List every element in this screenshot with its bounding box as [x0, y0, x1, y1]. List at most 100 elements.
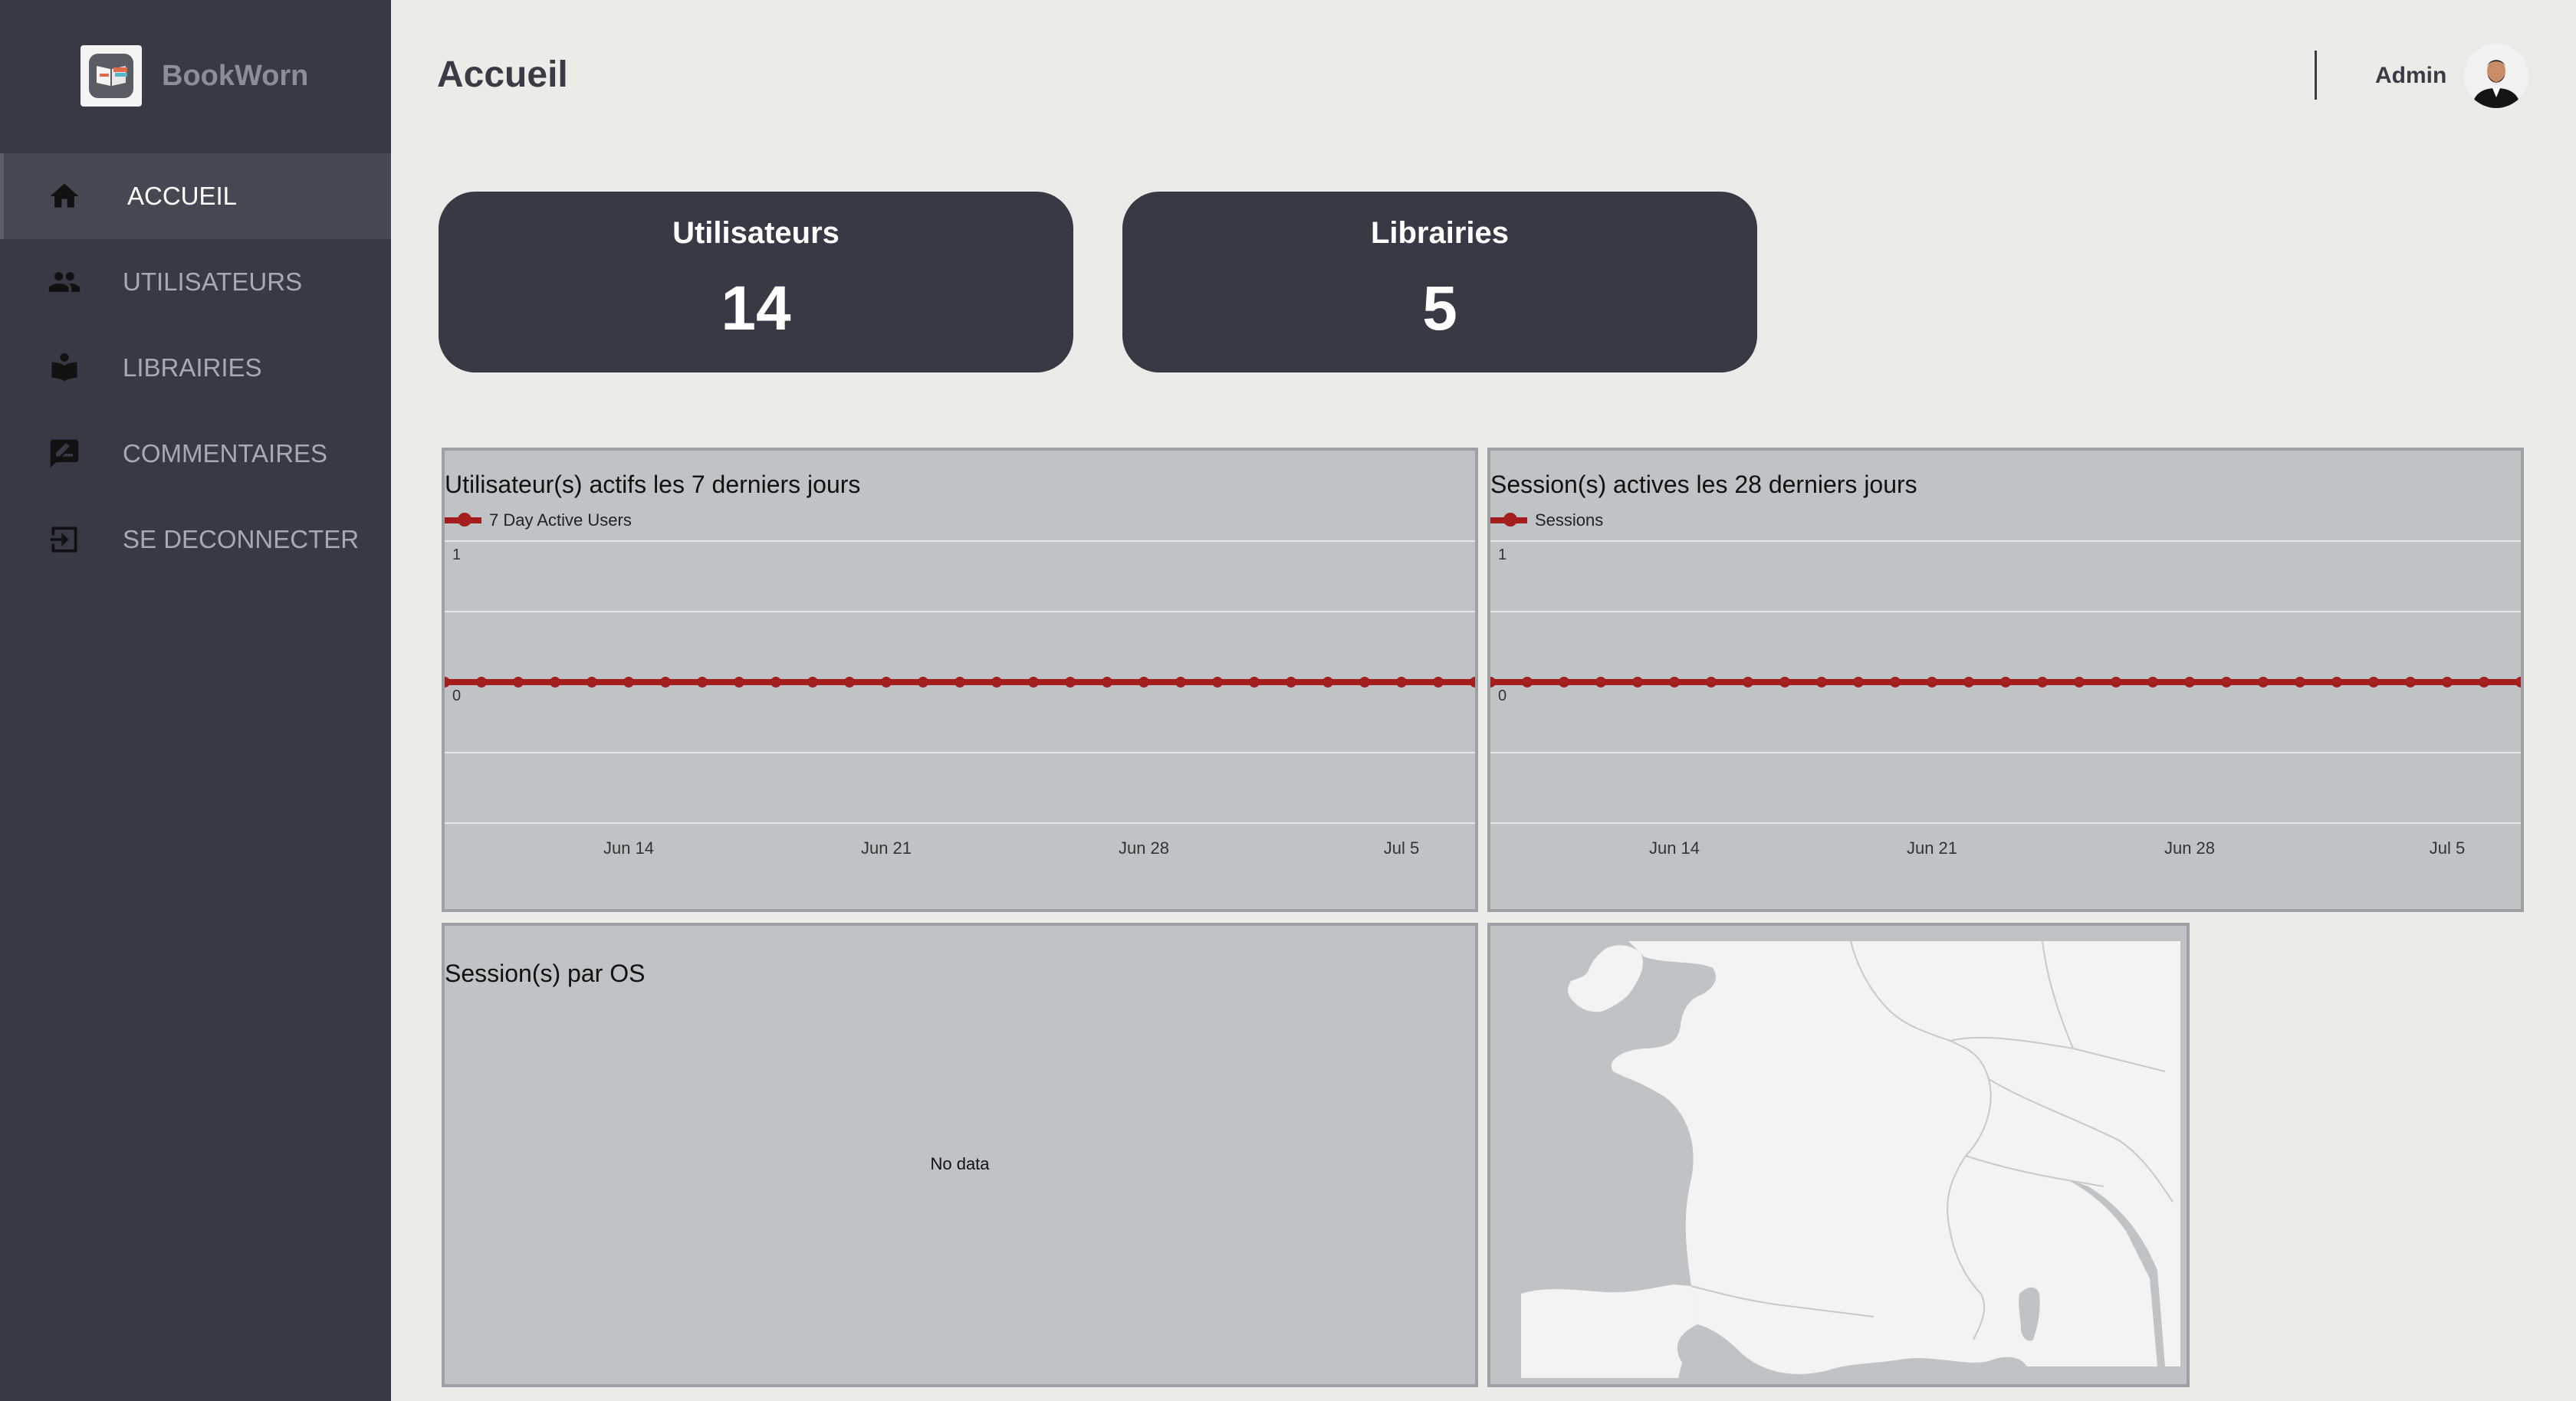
- sidebar-item-commentaires[interactable]: COMMENTAIRES: [0, 411, 391, 497]
- data-point: [1816, 677, 1827, 687]
- y-tick-label: 1: [452, 546, 461, 563]
- x-tick-label: Jul 5: [2430, 838, 2465, 858]
- data-point: [697, 677, 708, 687]
- data-point: [734, 677, 744, 687]
- data-point: [1706, 677, 1717, 687]
- home-icon: [50, 183, 79, 208]
- sidebar-item-accueil[interactable]: ACCUEIL: [0, 153, 391, 239]
- data-point: [770, 677, 781, 687]
- data-point: [1286, 677, 1296, 687]
- data-point: [2442, 677, 2453, 687]
- data-point: [2368, 677, 2379, 687]
- chart-panel-sessions: Session(s) actives les 28 derniers jours…: [1487, 448, 2524, 912]
- page-title: Accueil: [437, 54, 568, 95]
- y-tick-label: 0: [452, 687, 461, 704]
- brand[interactable]: BookWorn: [80, 45, 308, 107]
- data-point: [1359, 677, 1370, 687]
- data-point: [1743, 677, 1753, 687]
- data-point: [1559, 677, 1569, 687]
- france-map[interactable]: [1490, 926, 2187, 1384]
- data-point: [918, 677, 928, 687]
- data-point: [1433, 677, 1444, 687]
- avatar[interactable]: [2464, 44, 2528, 108]
- book-reader-icon: [51, 353, 77, 382]
- data-point: [2184, 677, 2195, 687]
- sidebar-item-label: ACCUEIL: [127, 182, 238, 210]
- stat-card-title: Librairies: [1370, 216, 1510, 250]
- data-point: [1322, 677, 1333, 687]
- data-point: [1522, 677, 1533, 687]
- app-logo: [80, 45, 142, 107]
- data-point: [2331, 677, 2342, 687]
- data-point: [955, 677, 965, 687]
- data-point: [881, 677, 892, 687]
- stat-card-utilisateurs[interactable]: Utilisateurs 14: [439, 192, 1073, 372]
- stat-card-librairies[interactable]: Librairies 5: [1122, 192, 1757, 372]
- data-point: [2037, 677, 2048, 687]
- sidebar: BookWorn ACCUEIL UTILISATEURS LIBRAIRIES: [0, 0, 391, 1401]
- data-point: [1490, 677, 1496, 687]
- chart-title: Session(s) par OS: [445, 960, 646, 987]
- data-point: [586, 677, 597, 687]
- data-point: [623, 677, 634, 687]
- data-point: [2295, 677, 2305, 687]
- data-point: [1963, 677, 1974, 687]
- stat-card-title: Utilisateurs: [672, 216, 840, 250]
- data-point: [2074, 677, 2085, 687]
- stat-card-value: 5: [1422, 274, 1457, 343]
- data-point: [1470, 677, 1475, 687]
- data-point: [476, 677, 487, 687]
- data-point: [1632, 677, 1643, 687]
- sidebar-item-librairies[interactable]: LIBRAIRIES: [0, 325, 391, 411]
- book-logo-icon: [89, 54, 133, 98]
- data-point: [2479, 677, 2489, 687]
- user-avatar-icon: [2464, 44, 2528, 108]
- data-point: [550, 677, 560, 687]
- no-data-message: No data: [930, 1154, 990, 1173]
- data-point: [2405, 677, 2416, 687]
- data-point: [807, 677, 818, 687]
- app-name: BookWorn: [162, 59, 309, 92]
- data-point: [1175, 677, 1186, 687]
- sidebar-item-label: COMMENTAIRES: [123, 439, 328, 468]
- data-point: [1102, 677, 1112, 687]
- user-name[interactable]: Admin: [2375, 63, 2446, 89]
- comment-edit-icon: [50, 439, 79, 468]
- data-point: [844, 677, 855, 687]
- x-tick-label: Jun 21: [1907, 838, 1957, 858]
- sidebar-item-label: UTILISATEURS: [123, 267, 303, 296]
- line-chart-active-users: 1 0 Jun 14 Jun 21 Jun 28 Jul 5: [445, 540, 1475, 858]
- map-panel: [1487, 923, 2190, 1387]
- data-point: [2515, 677, 2521, 687]
- data-point: [2147, 677, 2158, 687]
- x-tick-label: Jun 28: [2164, 838, 2215, 858]
- y-tick-label: 1: [1498, 546, 1506, 563]
- x-tick-label: Jun 28: [1119, 838, 1169, 858]
- sidebar-item-utilisateurs[interactable]: UTILISATEURS: [0, 239, 391, 325]
- data-point: [1779, 677, 1790, 687]
- sidebar-item-se-deconnecter[interactable]: SE DECONNECTER: [0, 497, 391, 582]
- data-point: [1138, 677, 1149, 687]
- data-point: [1249, 677, 1260, 687]
- x-tick-label: Jul 5: [1384, 838, 1419, 858]
- data-point: [1396, 677, 1407, 687]
- sidebar-item-label: LIBRAIRIES: [123, 353, 262, 382]
- data-point: [1927, 677, 1937, 687]
- x-tick-label: Jun 21: [861, 838, 912, 858]
- data-point: [513, 677, 524, 687]
- stat-card-value: 14: [721, 274, 791, 343]
- sidebar-nav: ACCUEIL UTILISATEURS LIBRAIRIES COMMENTA…: [0, 153, 391, 582]
- header-divider: [2315, 51, 2317, 100]
- data-point: [991, 677, 1002, 687]
- data-point: [2111, 677, 2121, 687]
- data-point: [2221, 677, 2232, 687]
- users-icon: [48, 272, 80, 292]
- chart-panel-sessions-os: Session(s) par OS No data: [442, 923, 1478, 1387]
- data-point: [1595, 677, 1606, 687]
- data-point: [1853, 677, 1864, 687]
- logout-icon: [50, 527, 77, 553]
- data-point: [1212, 677, 1223, 687]
- data-point: [1669, 677, 1680, 687]
- y-tick-label: 0: [1498, 687, 1506, 704]
- x-tick-label: Jun 14: [603, 838, 654, 858]
